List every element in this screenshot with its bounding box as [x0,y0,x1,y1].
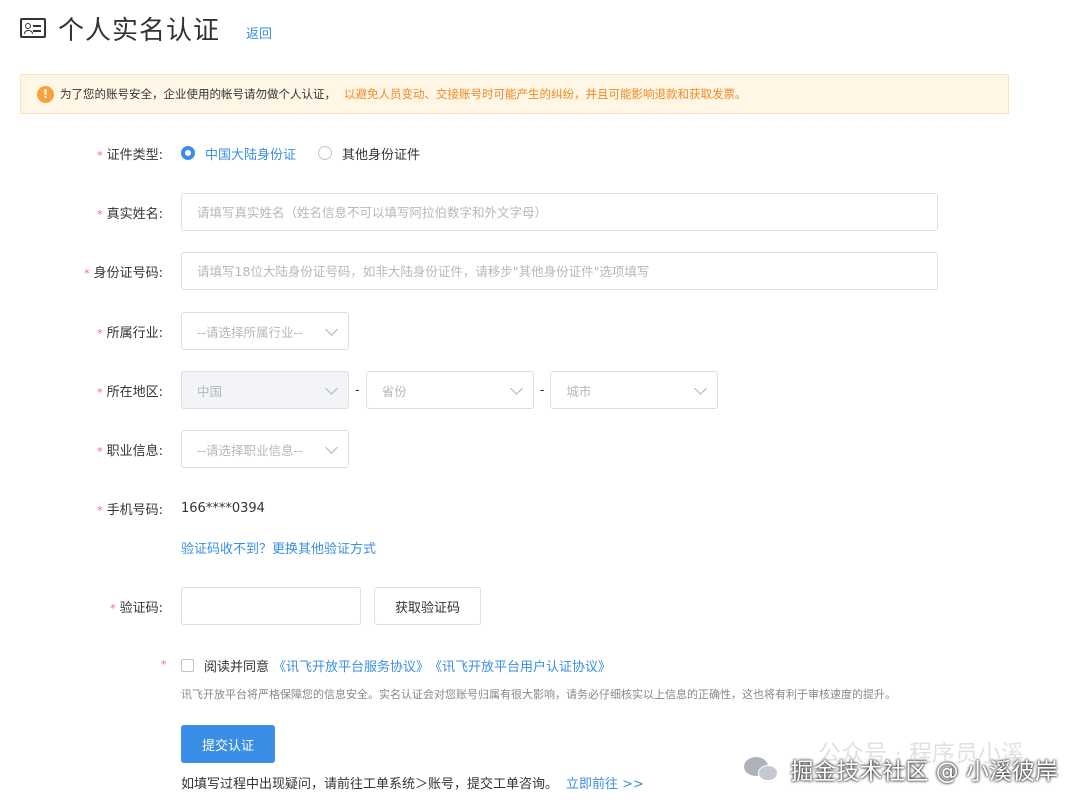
chevron-down-icon [509,382,523,395]
wechat-icon [744,755,780,783]
id-number-input[interactable] [181,252,938,290]
security-alert: ! 为了您的账号安全，企业使用的帐号请勿做个人认证， 以避免人员变动、交接账号时… [20,74,1009,114]
radio-checked-icon [181,146,195,160]
auth-agreement-link[interactable]: 《讯飞开放平台用户认证协议》 [429,656,611,675]
code-input[interactable] [181,587,361,625]
radio-other-id[interactable]: 其他身份证件 [318,144,420,163]
chevron-down-icon [325,382,338,395]
real-name-input[interactable] [181,193,938,231]
watermark: 公众号 · 程序员小溪 掘金技术社区 @ 小溪彼岸 [744,741,1058,786]
occupation-label: * 职业信息: [97,443,163,459]
chevron-down-icon [325,441,338,454]
warning-icon: ! [37,85,54,103]
region-row: * 所在地区: 中国 - 省份 - 城市 [0,371,1080,409]
radio-unchecked-icon [318,146,333,160]
alert-text: 为了您的账号安全，企业使用的帐号请勿做个人认证， [60,87,336,101]
agreement-checkbox[interactable] [181,658,194,672]
id-type-row: * 证件类型: 中国大陆身份证 其他身份证件 [0,134,1080,172]
chevron-down-icon [325,323,338,336]
phone-label: * 手机号码: [97,502,163,518]
page-title: 个人实名认证 [58,15,221,46]
agreement-row: * 阅读并同意 《讯飞开放平台服务协议》 《讯飞开放平台用户认证协议》 [0,646,1080,684]
city-select[interactable]: 城市 [550,371,719,409]
id-number-label: * 身份证号码: [84,265,163,281]
agreement-prefix: 阅读并同意 [204,659,270,675]
phone-value: 166****0394 [181,500,265,516]
real-name-label: * 真实姓名: [97,206,163,222]
service-agreement-link[interactable]: 《讯飞开放平台服务协议》 [273,656,429,675]
help-text: 如填写过程中出现疑问，请前往工单系统＞账号，提交工单咨询。 [181,777,559,792]
get-code-button[interactable]: 获取验证码 [374,587,482,625]
industry-label: * 所属行业: [97,325,163,341]
industry-row: * 所属行业: --请选择所属行业-- [0,312,1080,350]
submit-button[interactable]: 提交认证 [181,725,276,763]
radio-mainland-id[interactable]: 中国大陆身份证 [181,144,296,163]
required-mark: * [161,658,167,671]
code-label: * 验证码: [110,600,163,616]
code-row: * 验证码: 获取验证码 [0,587,1080,625]
page-header: 个人实名认证 返回 [20,8,272,48]
real-name-row: * 真实姓名: [0,193,1080,231]
id-type-label: * 证件类型: [97,147,163,163]
chevron-down-icon [694,382,708,395]
phone-row: * 手机号码: 166****0394 [0,489,1080,527]
alt-verify-row: 验证码收不到？更换其他验证方式 [0,528,1080,566]
alert-warning-text: 以避免人员变动、交接账号时可能产生的纠纷，并且可能影响退款和获取发票。 [344,87,747,101]
occupation-select[interactable]: --请选择职业信息-- [181,430,349,468]
country-select: 中国 [181,371,349,409]
id-number-row: * 身份证号码: [0,252,1080,290]
go-now-link[interactable]: 立即前往 >> [566,773,644,792]
watermark-faint-text: 公众号 · 程序员小溪 [818,741,1024,767]
industry-select[interactable]: --请选择所属行业-- [181,312,349,350]
help-footer: 如填写过程中出现疑问，请前往工单系统＞账号，提交工单咨询。 立即前往 >> [181,773,644,792]
id-card-icon [20,18,46,38]
occupation-row: * 职业信息: --请选择职业信息-- [0,430,1080,468]
back-link[interactable]: 返回 [246,23,272,42]
region-label: * 所在地区: [97,384,163,400]
alt-verify-link[interactable]: 验证码收不到？更换其他验证方式 [181,538,376,557]
agreement-note: 讯飞开放平台将严格保障您的信息安全。实名认证会对您账号归属有很大影响，请务必仔细… [181,688,896,701]
province-select[interactable]: 省份 [365,371,534,409]
